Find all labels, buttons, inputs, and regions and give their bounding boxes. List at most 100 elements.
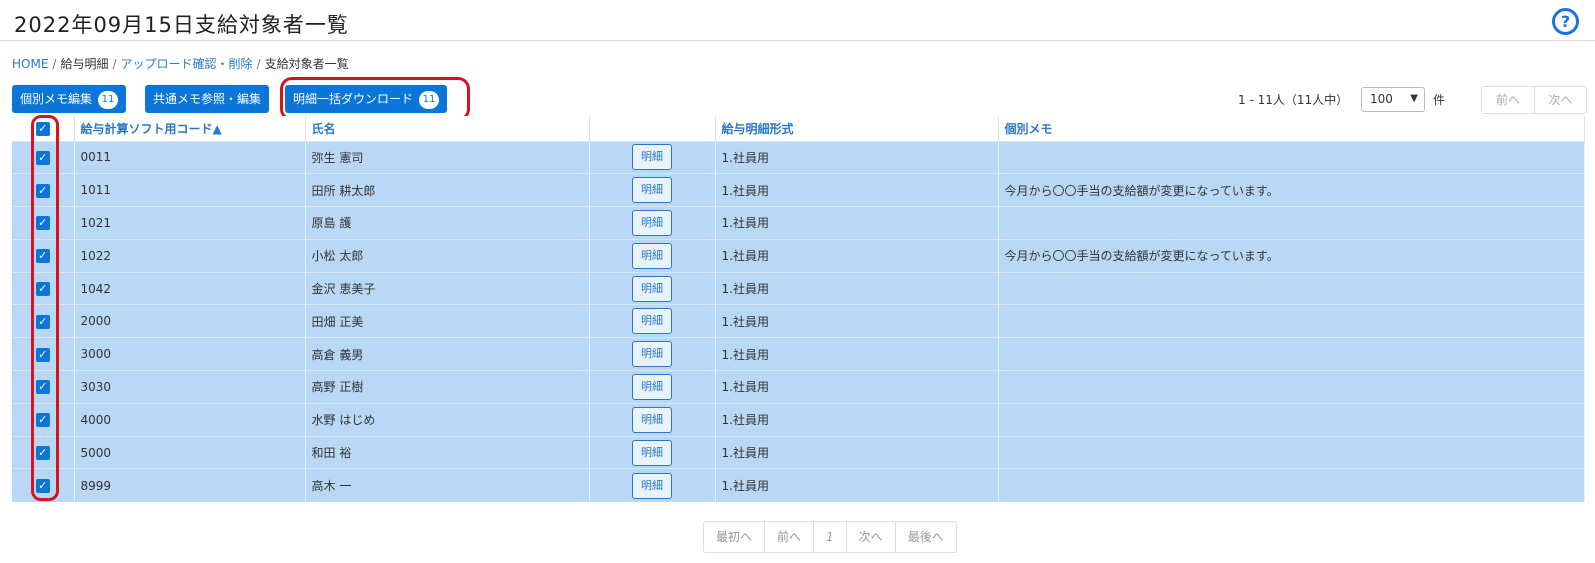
table-row[interactable]: ✓ 8999 高木 一明細 1.社員用 xyxy=(12,468,1585,502)
detail-button[interactable]: 明細 xyxy=(632,144,672,171)
individual-memo xyxy=(998,337,1585,371)
detail-cell: 明細 xyxy=(589,238,716,273)
next-page-button-bottom[interactable]: 次へ xyxy=(845,522,895,552)
employee-name: 和田 裕 xyxy=(305,435,590,469)
employee-code: 5000 xyxy=(74,435,306,469)
column-header-detail xyxy=(589,116,716,141)
common-memo-button[interactable]: 共通メモ参照・編集 xyxy=(145,85,270,113)
detail-cell: 明細 xyxy=(589,435,716,469)
table-row[interactable]: ✓ 4000 水野 はじめ 明細 1.社員用 xyxy=(12,402,1585,437)
chevron-down-icon: ▼ xyxy=(1410,93,1418,104)
individual-memo xyxy=(998,206,1585,240)
per-page-value: 100 xyxy=(1370,92,1393,106)
employee-code: 4000 xyxy=(74,402,306,437)
payslip-format: 1.社員用 xyxy=(715,271,999,305)
breadcrumb-separator: / xyxy=(256,57,261,71)
payslip-format: 1.社員用 xyxy=(715,206,999,240)
pager-bottom: 最初へ 前へ 1 次へ 最後へ xyxy=(703,521,957,553)
table-row[interactable]: ✓ 1022 小松 太郎 明細 1.社員用 今月から〇〇手当の支給額が変更になっています。 xyxy=(12,238,1585,273)
payslip-format: 1.社員用 xyxy=(715,173,999,207)
table-row[interactable]: ✓ 0011 弥生 憲司 明細 1.社員用 xyxy=(12,140,1585,174)
detail-button[interactable]: 明細 xyxy=(632,308,672,335)
table-row[interactable]: ✓ 1021 原島 護明細 1.社員用 xyxy=(12,206,1585,240)
detail-cell: 明細 xyxy=(589,140,716,174)
recipient-table: ✓ 給与計算ソフト用コード▲ 氏名 給与明細形式 個別メモ ✓ 0011 弥生 憲司… xyxy=(12,116,1585,502)
memo-edit-count-badge: 11 xyxy=(98,91,119,109)
memo-edit-button[interactable]: 個別メモ編集 11 xyxy=(12,85,127,113)
column-header-code[interactable]: 給与計算ソフト用コード▲ xyxy=(74,116,306,141)
column-header-memo[interactable]: 個別メモ xyxy=(998,116,1585,141)
detail-button[interactable]: 明細 xyxy=(632,439,672,466)
last-page-button[interactable]: 最後へ xyxy=(894,522,956,552)
detail-button[interactable]: 明細 xyxy=(632,406,672,433)
breadcrumb-home-link[interactable]: HOME xyxy=(12,57,48,71)
table-row[interactable]: ✓ 3030 高野 正樹 明細 1.社員用 xyxy=(12,370,1585,404)
detail-cell: 明細 xyxy=(589,206,716,240)
payslip-format: 1.社員用 xyxy=(715,435,999,469)
employee-code: 1011 xyxy=(74,173,306,207)
payslip-format: 1.社員用 xyxy=(715,402,999,437)
table-row[interactable]: ✓ 5000 和田 裕明細 1.社員用 xyxy=(12,435,1585,469)
per-page-select[interactable]: 100 ▼ xyxy=(1361,87,1425,112)
payslip-format: 1.社員用 xyxy=(715,304,999,338)
question-circle-icon[interactable]: ? xyxy=(1552,8,1579,35)
column-header-name[interactable]: 氏名 xyxy=(305,116,590,141)
breadcrumb-upload-link[interactable]: アップロード確認・削除 xyxy=(121,57,253,71)
payslip-format: 1.社員用 xyxy=(715,238,999,273)
employee-name: 水野 はじめ xyxy=(305,402,590,437)
employee-code: 1021 xyxy=(74,206,306,240)
detail-cell: 明細 xyxy=(589,271,716,305)
first-page-button[interactable]: 最初へ xyxy=(704,522,764,552)
individual-memo: 今月から〇〇手当の支給額が変更になっています。 xyxy=(998,173,1585,207)
breadcrumb-separator: / xyxy=(112,57,117,71)
breadcrumb-separator: / xyxy=(52,57,57,71)
individual-memo xyxy=(998,435,1585,469)
individual-memo xyxy=(998,468,1585,502)
employee-code: 3030 xyxy=(74,370,306,404)
payslip-format: 1.社員用 xyxy=(715,140,999,174)
employee-code: 2000 xyxy=(74,304,306,338)
prev-page-button-bottom[interactable]: 前へ xyxy=(764,522,813,552)
next-page-button[interactable]: 次へ xyxy=(1534,87,1586,113)
detail-cell: 明細 xyxy=(589,173,716,207)
detail-cell: 明細 xyxy=(589,337,716,371)
table-row[interactable]: ✓ 1042 金沢 恵美子 明細 1.社員用 xyxy=(12,271,1585,305)
payslip-format: 1.社員用 xyxy=(715,468,999,502)
table-header-row: ✓ 給与計算ソフト用コード▲ 氏名 給与明細形式 個別メモ xyxy=(12,116,1585,141)
current-page-number[interactable]: 1 xyxy=(813,522,846,552)
detail-cell: 明細 xyxy=(589,468,716,502)
employee-code: 0011 xyxy=(74,140,306,174)
employee-name: 田畑 正美 xyxy=(305,304,590,338)
employee-code: 1042 xyxy=(74,271,306,305)
detail-button[interactable]: 明細 xyxy=(632,177,672,204)
prev-page-button[interactable]: 前へ xyxy=(1482,87,1534,113)
detail-cell: 明細 xyxy=(589,304,716,338)
employee-name: 弥生 憲司 xyxy=(305,140,590,174)
pager-top: 前へ 次へ xyxy=(1481,86,1587,114)
detail-button[interactable]: 明細 xyxy=(632,209,672,236)
column-header-format[interactable]: 給与明細形式 xyxy=(715,116,999,141)
employee-name: 高倉 義男 xyxy=(305,337,590,371)
employee-code: 1022 xyxy=(74,238,306,273)
detail-button[interactable]: 明細 xyxy=(632,373,672,400)
breadcrumb-current: 支給対象者一覧 xyxy=(264,57,349,71)
highlight-annotation-download xyxy=(280,77,470,121)
employee-name: 原島 護 xyxy=(305,206,590,240)
page-header: 2022年09月15日支給対象者一覧 ? xyxy=(0,0,1595,41)
detail-button[interactable]: 明細 xyxy=(632,472,672,499)
individual-memo xyxy=(998,271,1585,305)
detail-button[interactable]: 明細 xyxy=(632,242,672,269)
individual-memo: 今月から〇〇手当の支給額が変更になっています。 xyxy=(998,238,1585,273)
payslip-format: 1.社員用 xyxy=(715,337,999,371)
detail-button[interactable]: 明細 xyxy=(632,341,672,368)
individual-memo xyxy=(998,402,1585,437)
employee-name: 小松 太郎 xyxy=(305,238,590,273)
table-row[interactable]: ✓ 1011 田所 耕太郎 明細 1.社員用 今月から〇〇手当の支給額が変更になっています… xyxy=(12,173,1585,207)
detail-cell: 明細 xyxy=(589,370,716,404)
breadcrumb: HOME / 給与明細 / アップロード確認・削除 / 支給対象者一覧 xyxy=(12,55,349,72)
employee-code: 8999 xyxy=(74,468,306,502)
detail-button[interactable]: 明細 xyxy=(632,275,672,302)
highlight-annotation-checkboxes xyxy=(31,115,59,501)
table-row[interactable]: ✓ 3000 高倉 義男 明細 1.社員用 xyxy=(12,337,1585,371)
table-row[interactable]: ✓ 2000 田畑 正美 明細 1.社員用 xyxy=(12,304,1585,338)
